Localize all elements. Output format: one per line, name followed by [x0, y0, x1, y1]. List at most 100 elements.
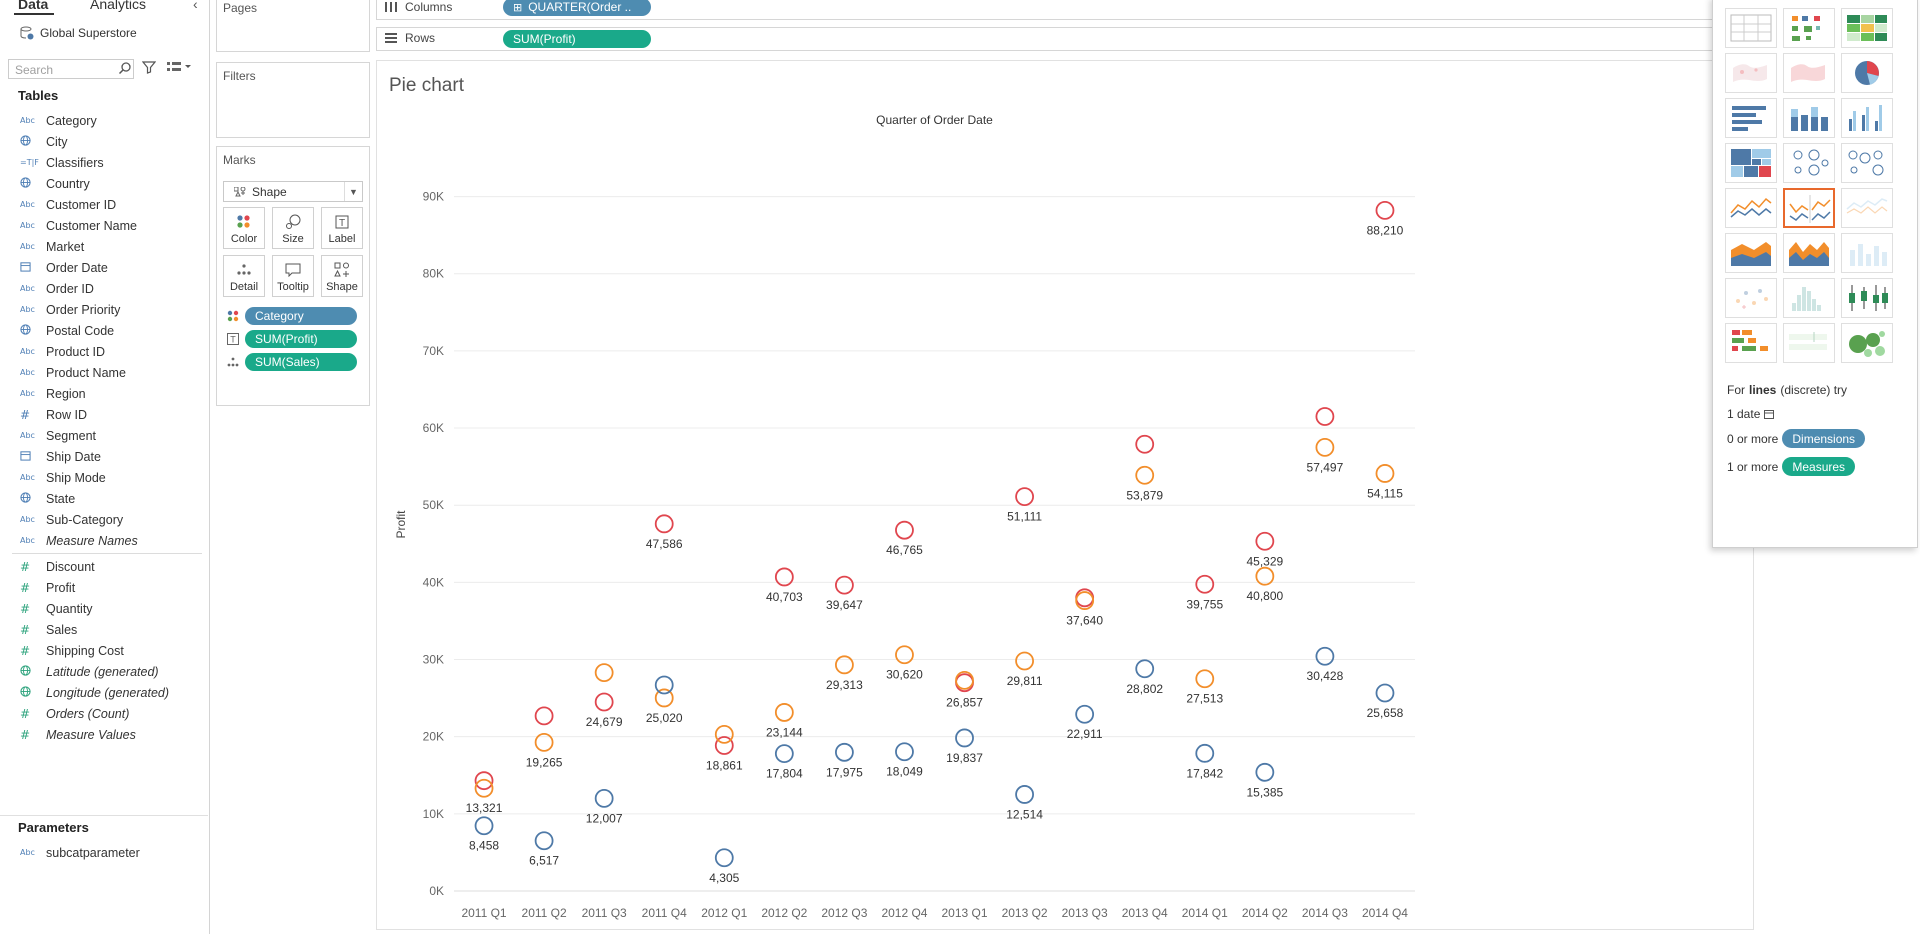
field-order-priority[interactable]: Abc Order Priority — [0, 299, 208, 320]
field-subcatparameter[interactable]: Abc subcatparameter — [0, 842, 208, 863]
field-row-id[interactable]: # Row ID — [0, 404, 208, 425]
show-me-side-by-side-bars[interactable] — [1841, 98, 1893, 138]
field-postal-code[interactable]: Postal Code — [0, 320, 208, 341]
show-me-pie-chart[interactable] — [1841, 53, 1893, 93]
category-pill[interactable]: Category — [245, 307, 357, 325]
show-me-filled-map[interactable] — [1783, 53, 1835, 93]
show-me-horizontal-bars[interactable] — [1725, 98, 1777, 138]
bullet-graph-thumbnail-icon — [1789, 332, 1827, 350]
number-icon: # — [20, 580, 31, 595]
field-latitude-generated[interactable]: Latitude (generated) — [0, 661, 208, 682]
chevron-down-icon[interactable]: ▼ — [344, 182, 362, 201]
search-input[interactable] — [8, 59, 134, 79]
field-ship-mode[interactable]: Abc Ship Mode — [0, 467, 208, 488]
field-market[interactable]: Abc Market — [0, 236, 208, 257]
tab-data[interactable]: Data — [13, 0, 55, 15]
histogram-thumbnail-icon — [1792, 287, 1821, 311]
show-me-text-table[interactable] — [1725, 8, 1777, 48]
sum-sales-pill[interactable]: SUM(Sales) — [245, 353, 357, 371]
field-measure-names[interactable]: Abc Measure Names — [0, 530, 208, 551]
columns-shelf[interactable]: Columns ⊞ QUARTER(Order .. — [376, 0, 1762, 20]
field-customer-id[interactable]: Abc Customer ID — [0, 194, 208, 215]
view-options-icon[interactable] — [166, 60, 192, 74]
show-me-area-continuous[interactable] — [1725, 233, 1777, 273]
pages-card[interactable]: Pages — [216, 0, 370, 52]
quarter-order-date-pill[interactable]: ⊞ QUARTER(Order .. — [503, 0, 651, 16]
show-me-box-and-whisker[interactable] — [1841, 278, 1893, 318]
field-country[interactable]: Country — [0, 173, 208, 194]
shape-button[interactable]: Shape — [321, 255, 363, 297]
field-region[interactable]: Abc Region — [0, 383, 208, 404]
field-sales[interactable]: # Sales — [0, 619, 208, 640]
sum-profit-pill[interactable]: SUM(Profit) — [245, 330, 357, 348]
globe-icon — [20, 324, 40, 337]
field-customer-name[interactable]: Abc Customer Name — [0, 215, 208, 236]
gantt-chart-thumbnail-icon — [1732, 330, 1768, 351]
show-me-packed-bubbles[interactable] — [1841, 323, 1893, 363]
data-point-red — [774, 567, 794, 587]
show-me-histogram[interactable] — [1783, 278, 1835, 318]
show-me-lines-continuous[interactable] — [1725, 188, 1777, 228]
parameters-heading: Parameters — [18, 820, 89, 835]
show-me-heat-map[interactable] — [1783, 8, 1835, 48]
field-measure-values[interactable]: # Measure Values — [0, 724, 208, 745]
field-label: Customer ID — [46, 197, 117, 212]
rows-shelf[interactable]: Rows SUM(Profit) — [376, 27, 1762, 51]
tooltip-button[interactable]: Tooltip — [272, 255, 314, 297]
show-me-side-by-side-circles[interactable] — [1841, 143, 1893, 183]
field-order-date[interactable]: Order Date — [0, 257, 208, 278]
data-label: 15,385 — [1246, 785, 1283, 799]
scatter-chart[interactable]: 0K 10K 20K 30K 40K 50K 60K 70K 80K 90K Quarter of … — [377, 61, 1755, 931]
detail-button[interactable]: Detail — [223, 255, 265, 297]
tab-analytics[interactable]: Analytics — [90, 0, 146, 12]
field-category[interactable]: Abc Category — [0, 110, 208, 131]
show-me-symbol-map[interactable] — [1725, 53, 1777, 93]
show-me-lines-discrete[interactable] — [1841, 188, 1893, 228]
label-button[interactable]: T Label — [321, 207, 363, 249]
search-icon[interactable] — [118, 61, 132, 75]
show-me-circle-views[interactable] — [1783, 143, 1835, 183]
field-city[interactable]: City — [0, 131, 208, 152]
marks-pill-category[interactable]: Category — [225, 307, 365, 325]
data-point-red — [534, 706, 554, 726]
field-product-name[interactable]: Abc Product Name — [0, 362, 208, 383]
show-me-dual-combination[interactable] — [1841, 233, 1893, 273]
field-order-id[interactable]: Abc Order ID — [0, 278, 208, 299]
mark-type-dropdown[interactable]: Shape ▼ — [223, 181, 363, 202]
field-longitude-generated[interactable]: Longitude (generated) — [0, 682, 208, 703]
filters-card[interactable]: Filters — [216, 62, 370, 138]
show-me-bullet-graph[interactable] — [1783, 323, 1835, 363]
expand-icon[interactable]: ⊞ — [513, 1, 522, 14]
color-button[interactable]: Color — [223, 207, 265, 249]
field-classifiers[interactable]: =T|F Classifiers — [0, 152, 208, 173]
marks-pill-sales[interactable]: SUM(Sales) — [225, 353, 365, 371]
field-ship-date[interactable]: Ship Date — [0, 446, 208, 467]
show-me-stacked-bars[interactable] — [1783, 98, 1835, 138]
x-tick-label: 2013 Q4 — [1122, 906, 1168, 920]
rows-label-text: Rows — [405, 31, 436, 45]
field-sub-category[interactable]: Abc Sub-Category — [0, 509, 208, 530]
field-product-id[interactable]: Abc Product ID — [0, 341, 208, 362]
field-orders-count[interactable]: # Orders (Count) — [0, 703, 208, 724]
field-discount[interactable]: # Discount — [0, 556, 208, 577]
field-quantity[interactable]: # Quantity — [0, 598, 208, 619]
field-segment[interactable]: Abc Segment — [0, 425, 208, 446]
datasource-item[interactable]: Global Superstore — [20, 24, 137, 42]
data-label: 51,111 — [1007, 510, 1042, 524]
show-me-dual-lines[interactable] — [1783, 188, 1835, 228]
collapse-pane-icon[interactable]: ‹ — [193, 0, 198, 12]
marks-pill-profit[interactable]: T SUM(Profit) — [225, 330, 365, 348]
filter-icon[interactable] — [142, 60, 156, 74]
show-me-scatter-plot[interactable] — [1725, 278, 1777, 318]
sum-profit-rows-pill[interactable]: SUM(Profit) — [503, 30, 651, 48]
data-point-red — [594, 692, 614, 712]
field-state[interactable]: State — [0, 488, 208, 509]
label-icon: T — [322, 214, 362, 230]
show-me-treemap[interactable] — [1725, 143, 1777, 183]
size-button[interactable]: Size — [272, 207, 314, 249]
field-profit[interactable]: # Profit — [0, 577, 208, 598]
show-me-gantt-chart[interactable] — [1725, 323, 1777, 363]
field-shipping-cost[interactable]: # Shipping Cost — [0, 640, 208, 661]
show-me-area-discrete[interactable] — [1783, 233, 1835, 273]
show-me-highlight-table[interactable] — [1841, 8, 1893, 48]
